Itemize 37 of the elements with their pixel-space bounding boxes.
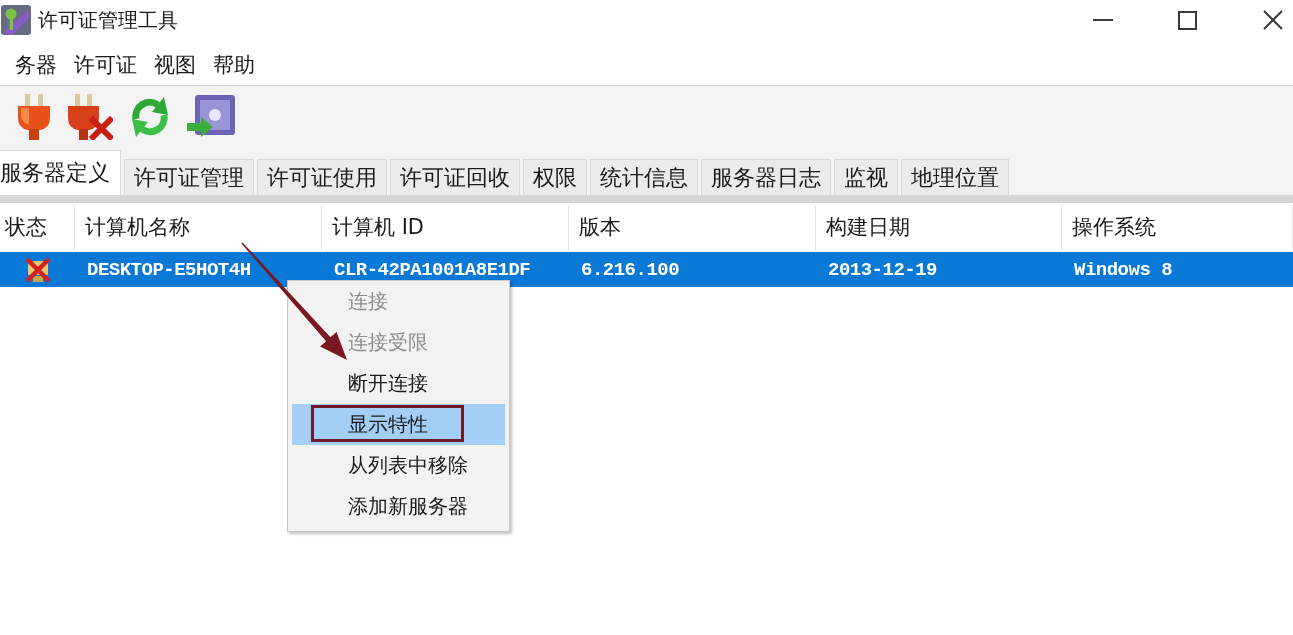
- table-row[interactable]: DESKTOP-E5HOT4H CLR-42PA1001A8E1DF 6.216.100 2013-12-19 Windows 8: [0, 252, 1293, 287]
- computer-cross-icon: [24, 256, 51, 283]
- context-menu-item[interactable]: 显示特性: [292, 404, 505, 445]
- tab[interactable]: 地理位置: [901, 159, 1009, 195]
- context-menu-item[interactable]: 添加新服务器: [292, 486, 505, 527]
- tab[interactable]: 许可证回收: [390, 159, 520, 195]
- menu-item[interactable]: 务器: [15, 50, 57, 79]
- minimize-icon: [1092, 19, 1113, 21]
- table-cell-text: CLR-42PA1001A8E1DF: [333, 258, 531, 281]
- table-cell-text: Windows 8: [1073, 258, 1173, 281]
- tab[interactable]: 监视: [834, 159, 898, 195]
- menu-item[interactable]: 帮助: [213, 50, 255, 79]
- close-icon: [1263, 10, 1283, 30]
- box-arrow-icon[interactable]: [187, 95, 235, 139]
- column-header[interactable]: 计算机 ID: [322, 205, 569, 250]
- tab[interactable]: 许可证管理: [124, 159, 254, 195]
- window-title: 许可证管理工具: [38, 6, 178, 34]
- plug-icon[interactable]: [16, 94, 52, 140]
- column-header[interactable]: 构建日期: [816, 205, 1062, 250]
- tab[interactable]: 服务器日志: [701, 159, 831, 195]
- plug-cross-icon[interactable]: [67, 94, 113, 140]
- tab[interactable]: 统计信息: [590, 159, 698, 195]
- app-icon: [1, 5, 31, 35]
- table-cell-text: DESKTOP-E5HOT4H: [86, 258, 251, 281]
- tab[interactable]: 许可证使用: [257, 159, 387, 195]
- tab[interactable]: 权限: [523, 159, 587, 195]
- column-header[interactable]: 状态: [0, 205, 75, 250]
- menu-item[interactable]: 许可证: [74, 50, 137, 79]
- context-menu-item[interactable]: 断开连接: [292, 363, 505, 404]
- column-header[interactable]: 操作系统: [1062, 205, 1293, 250]
- context-menu-item[interactable]: 从列表中移除: [292, 445, 505, 486]
- tab[interactable]: 服务器定义: [0, 150, 121, 195]
- menu-item[interactable]: 视图: [154, 50, 196, 79]
- column-header[interactable]: 版本: [569, 205, 816, 250]
- maximize-icon: [1178, 10, 1197, 30]
- table-cell-text: 2013-12-19: [827, 258, 938, 281]
- table-cell-text: 6.216.100: [580, 258, 680, 281]
